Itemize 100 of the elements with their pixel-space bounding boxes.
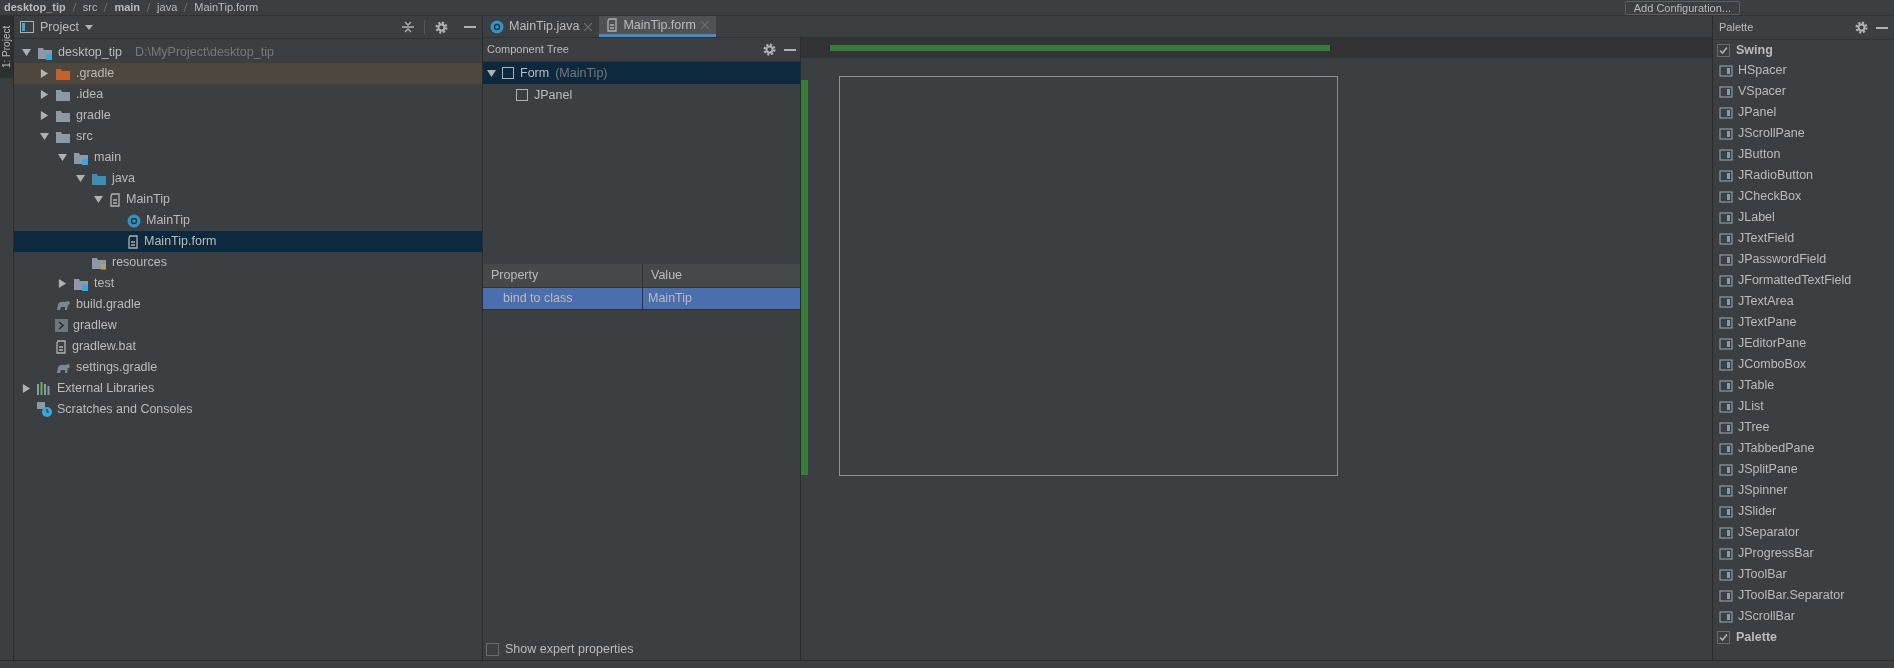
tree-item[interactable]: gradlew bbox=[14, 315, 482, 336]
resize-handle-bar[interactable] bbox=[830, 45, 1330, 51]
document-icon bbox=[55, 339, 67, 354]
palette-item[interactable]: JSpinner bbox=[1713, 480, 1894, 501]
collapse-arrow-icon[interactable] bbox=[57, 153, 67, 162]
component-icon bbox=[1719, 316, 1733, 329]
tree-item[interactable]: MainTip bbox=[14, 210, 482, 231]
settings-icon[interactable] bbox=[435, 20, 448, 34]
palette-item[interactable]: JList bbox=[1713, 396, 1894, 417]
component-icon bbox=[1719, 610, 1733, 623]
palette-item[interactable]: JToolBar bbox=[1713, 564, 1894, 585]
collapse-arrow-icon[interactable] bbox=[93, 195, 103, 204]
run-configuration-button[interactable]: Add Configuration... bbox=[1624, 0, 1740, 15]
tree-item[interactable]: Scratches and Consoles bbox=[14, 399, 482, 420]
resize-handle-bar[interactable] bbox=[801, 80, 808, 475]
breadcrumb-link[interactable]: desktop_tip bbox=[4, 0, 66, 16]
folder-icon bbox=[73, 150, 89, 165]
project-view-dropdown[interactable]: Project bbox=[40, 17, 93, 37]
breadcrumb-link[interactable]: java bbox=[157, 0, 178, 16]
tree-item[interactable]: MainTip bbox=[14, 189, 482, 210]
palette-item[interactable]: JTextField bbox=[1713, 228, 1894, 249]
panel-title: Palette bbox=[1719, 20, 1754, 36]
palette-item[interactable]: VSpacer bbox=[1713, 81, 1894, 102]
tree-item[interactable]: Form (MainTip) bbox=[483, 62, 800, 84]
palette-item[interactable]: JRadioButton bbox=[1713, 165, 1894, 186]
terminal-icon bbox=[55, 319, 68, 332]
collapse-arrow-icon[interactable] bbox=[487, 68, 496, 78]
tree-item[interactable]: settings.gradle bbox=[14, 357, 482, 378]
component-icon bbox=[1719, 232, 1733, 245]
breadcrumb-link[interactable]: MainTip.form bbox=[194, 0, 259, 16]
tree-item[interactable]: resources bbox=[14, 252, 482, 273]
expand-arrow-icon[interactable] bbox=[39, 111, 49, 120]
component-icon bbox=[516, 89, 528, 101]
tree-item[interactable]: External Libraries bbox=[14, 378, 482, 399]
tree-item[interactable]: build.gradle bbox=[14, 294, 482, 315]
show-expert-checkbox[interactable]: Show expert properties bbox=[483, 638, 800, 660]
palette-item[interactable]: JSplitPane bbox=[1713, 459, 1894, 480]
expand-arrow-icon[interactable] bbox=[39, 69, 49, 78]
tree-item[interactable]: src bbox=[14, 126, 482, 147]
component-icon bbox=[1719, 463, 1733, 476]
collapse-arrow-icon[interactable] bbox=[21, 48, 31, 57]
tree-item[interactable]: .idea bbox=[14, 84, 482, 105]
collapse-arrow-icon[interactable] bbox=[75, 174, 85, 183]
palette-group[interactable]: Swing bbox=[1713, 40, 1894, 60]
palette-item[interactable]: JPasswordField bbox=[1713, 249, 1894, 270]
palette-item[interactable]: JCheckBox bbox=[1713, 186, 1894, 207]
palette-group[interactable]: Palette bbox=[1713, 627, 1894, 647]
component-icon bbox=[1719, 568, 1733, 581]
palette-item[interactable]: JTable bbox=[1713, 375, 1894, 396]
palette-item[interactable]: JSeparator bbox=[1713, 522, 1894, 543]
component-icon bbox=[1719, 169, 1733, 182]
tree-item[interactable]: gradlew.bat bbox=[14, 336, 482, 357]
breadcrumb-link[interactable]: main bbox=[114, 0, 141, 16]
project-tool-tab[interactable]: 1: Project bbox=[0, 16, 13, 78]
component-icon bbox=[1719, 85, 1733, 98]
component-icon bbox=[1719, 589, 1733, 602]
tree-item[interactable]: JPanel bbox=[483, 84, 800, 106]
palette-item[interactable]: JComboBox bbox=[1713, 354, 1894, 375]
palette-item[interactable]: JSlider bbox=[1713, 501, 1894, 522]
checkbox-icon[interactable] bbox=[486, 642, 499, 656]
checkbox-icon[interactable] bbox=[1717, 630, 1730, 644]
settings-icon[interactable] bbox=[763, 43, 776, 56]
palette-item[interactable]: JPanel bbox=[1713, 102, 1894, 123]
component-icon bbox=[1719, 526, 1733, 539]
tree-item[interactable]: MainTip.form bbox=[14, 231, 482, 252]
settings-icon[interactable] bbox=[1855, 21, 1868, 34]
palette-item[interactable]: JProgressBar bbox=[1713, 543, 1894, 564]
caret-icon bbox=[84, 24, 93, 30]
tree-item[interactable]: main bbox=[14, 147, 482, 168]
component-icon bbox=[502, 67, 514, 79]
tree-item[interactable]: desktop_tip D:\MyProject\desktop_tip bbox=[14, 42, 482, 63]
separator-icon bbox=[183, 3, 189, 12]
tree-item[interactable]: test bbox=[14, 273, 482, 294]
palette-item[interactable]: JScrollBar bbox=[1713, 606, 1894, 627]
palette-item[interactable]: JTextArea bbox=[1713, 291, 1894, 312]
palette-item[interactable]: JTextPane bbox=[1713, 312, 1894, 333]
palette-item[interactable]: JButton bbox=[1713, 144, 1894, 165]
expand-arrow-icon[interactable] bbox=[21, 384, 31, 393]
collapse-arrow-icon[interactable] bbox=[39, 132, 49, 141]
folder-icon bbox=[55, 129, 71, 144]
tree-item[interactable]: .gradle bbox=[14, 63, 482, 84]
palette-item[interactable]: JTree bbox=[1713, 417, 1894, 438]
tree-item[interactable]: java bbox=[14, 168, 482, 189]
component-icon bbox=[1719, 505, 1733, 518]
collapse-all-icon[interactable] bbox=[402, 21, 414, 33]
palette-item[interactable]: JFormattedTextField bbox=[1713, 270, 1894, 291]
breadcrumb-link[interactable]: src bbox=[82, 0, 98, 16]
palette-item[interactable]: JScrollPane bbox=[1713, 123, 1894, 144]
palette-item[interactable]: JEditorPane bbox=[1713, 333, 1894, 354]
expand-arrow-icon[interactable] bbox=[39, 90, 49, 99]
checkbox-icon[interactable] bbox=[1717, 43, 1730, 57]
tree-item[interactable]: gradle bbox=[14, 105, 482, 126]
palette-item[interactable]: HSpacer bbox=[1713, 60, 1894, 81]
editor-tab[interactable]: MainTip.form bbox=[599, 16, 716, 37]
editor-tab[interactable]: MainTip.java bbox=[483, 16, 600, 37]
palette-item[interactable]: JToolBar.Separator bbox=[1713, 585, 1894, 606]
palette-item[interactable]: JLabel bbox=[1713, 207, 1894, 228]
palette-item[interactable]: JTabbedPane bbox=[1713, 438, 1894, 459]
expand-arrow-icon[interactable] bbox=[57, 279, 67, 288]
folder-icon bbox=[91, 255, 107, 270]
